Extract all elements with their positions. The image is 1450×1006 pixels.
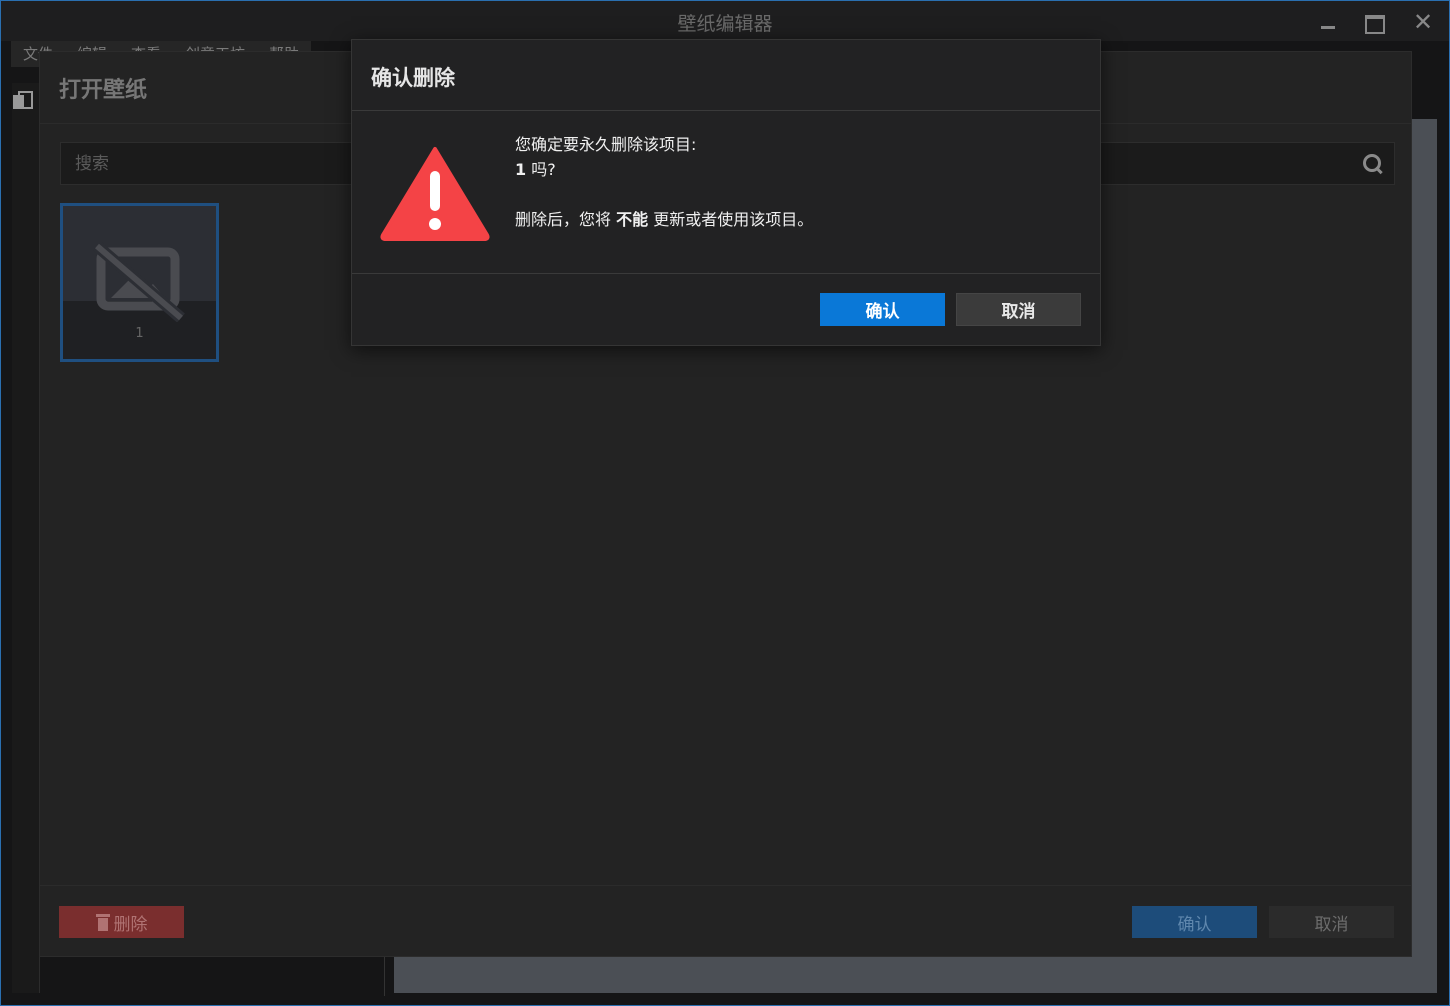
warning-prefix: 删除后，您将 <box>515 210 617 229</box>
search-icon[interactable] <box>1361 152 1385 176</box>
dialog-title: 确认删除 <box>371 66 455 90</box>
app-window: 壁纸编辑器 ✕ 文件 编辑 查看 创意工坊 帮助 打开壁纸 <box>0 0 1450 1006</box>
divider <box>352 110 1100 111</box>
delete-button[interactable]: 删除 <box>59 906 184 938</box>
wallpaper-label: 1 <box>135 326 144 341</box>
delete-label: 删除 <box>113 914 148 935</box>
panel-cancel-button[interactable]: 取消 <box>1269 906 1394 938</box>
warning-icon <box>380 147 490 241</box>
copy-icon[interactable] <box>13 91 33 111</box>
item-name: 1 <box>515 160 527 179</box>
panel-confirm-button[interactable]: 确认 <box>1132 906 1257 938</box>
divider <box>352 273 1100 274</box>
dialog-message-line1: 您确定要永久删除该项目: <box>515 135 697 154</box>
dialog-message-line3: 删除后，您将 不能 更新或者使用该项目。 <box>515 207 1075 232</box>
divider <box>40 885 1411 886</box>
maximize-button[interactable] <box>1356 7 1392 37</box>
cancel-button[interactable]: 取消 <box>956 293 1081 326</box>
warning-emphasis: 不能 <box>616 210 649 229</box>
close-button[interactable]: ✕ <box>1405 7 1441 37</box>
minimize-button[interactable] <box>1311 7 1347 37</box>
dialog-message: 您确定要永久删除该项目: 1 吗? 删除后，您将 不能 更新或者使用该项目。 <box>515 132 1075 232</box>
panel-title: 打开壁纸 <box>59 78 148 103</box>
warning-suffix: 更新或者使用该项目。 <box>648 210 814 229</box>
title-bar[interactable]: 壁纸编辑器 ✕ <box>1 1 1449 41</box>
dialog-message-line2: 1 吗? <box>515 157 1075 182</box>
confirm-delete-dialog: 确认删除 您确定要永久删除该项目: 1 吗? 删除后，您将 不能 更新或者使用该… <box>351 39 1101 346</box>
no-image-icon <box>93 242 185 322</box>
trash-icon <box>95 913 110 931</box>
question-suffix: 吗? <box>526 160 556 179</box>
divider <box>384 956 385 996</box>
confirm-button[interactable]: 确认 <box>820 293 945 326</box>
left-tool-strip <box>12 83 40 993</box>
wallpaper-item[interactable]: 1 <box>60 203 219 362</box>
app-title: 壁纸编辑器 <box>677 13 773 35</box>
